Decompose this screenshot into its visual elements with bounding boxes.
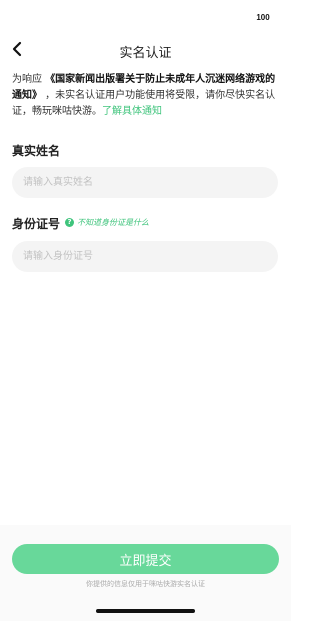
submit-button[interactable]: 立即提交 <box>12 544 279 574</box>
battery-icon: 100 <box>253 12 273 23</box>
wifi-icon <box>234 12 247 23</box>
home-indicator <box>96 609 195 613</box>
id-input[interactable] <box>12 241 278 272</box>
id-help-link[interactable]: ? 不知道身份证是什么 <box>65 217 149 228</box>
status-icons: 100 <box>214 12 273 23</box>
privacy-note: 你提供的信息仅用于咪咕快游实名认证 <box>86 580 205 588</box>
signal-icon <box>214 12 228 23</box>
id-help-text: 不知道身份证是什么 <box>77 218 149 227</box>
status-bar: 16:50 100 <box>0 0 291 34</box>
nav-bar: 实名认证 <box>0 34 291 64</box>
name-label: 真实姓名 <box>12 144 61 158</box>
status-time: 16:50 <box>30 11 64 26</box>
notice-text: 为响应 《国家新闻出版署关于防止未成年人沉迷网络游戏的通知》 ，未实名认证用户功… <box>12 72 282 120</box>
question-icon: ? <box>65 218 74 227</box>
notice-link[interactable]: 了解具体通知 <box>102 106 162 117</box>
id-label: 身份证号 <box>12 217 61 231</box>
page-title: 实名认证 <box>119 46 172 61</box>
name-input[interactable] <box>12 167 278 198</box>
notice-prefix: 为响应 <box>12 74 46 85</box>
